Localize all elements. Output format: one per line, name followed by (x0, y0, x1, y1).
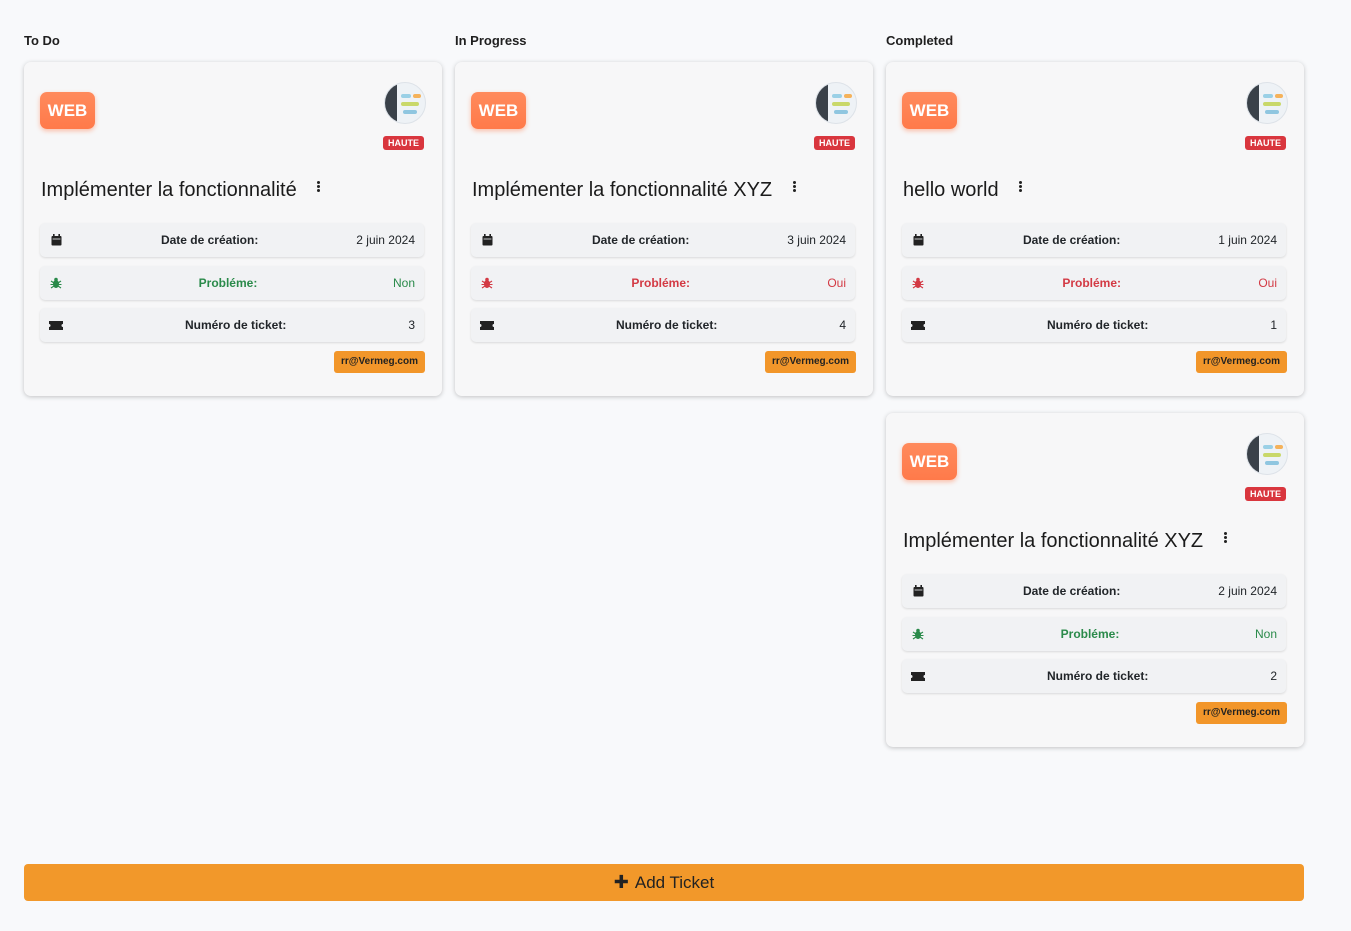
column-in-progress: In Progress WEB HAUTE Implémenter la fon… (455, 32, 873, 413)
date-label: Date de création: (591, 233, 690, 247)
ticket-icon (49, 320, 63, 330)
priority-badge: HAUTE (1245, 487, 1286, 501)
problem-row: Probléme: Oui (471, 266, 855, 300)
problem-label: Probléme: (631, 276, 690, 290)
column-completed: Completed WEB HAUTE hello world Date de … (886, 32, 1304, 764)
card-title: Implémenter la fonctionnalité XYZ (903, 530, 1204, 552)
card-title: hello world (903, 179, 999, 201)
date-value: 3 juin 2024 (787, 233, 846, 247)
avatar (384, 82, 426, 124)
add-ticket-button[interactable]: ✚ Add Ticket (24, 864, 1304, 901)
date-row: Date de création: 2 juin 2024 (40, 223, 424, 257)
card-title: Implémenter la fonctionnalité XYZ (472, 179, 773, 201)
assignee-email-badge: rr@Vermeg.com (1195, 351, 1287, 373)
category-badge: WEB (471, 92, 526, 129)
problem-label: Probléme: (1060, 627, 1120, 641)
date-label: Date de création: (160, 233, 259, 247)
card-title-wrapper: hello world (903, 179, 1026, 202)
kebab-menu-icon[interactable] (789, 180, 799, 196)
ticket-label: Numéro de ticket: (184, 318, 287, 332)
problem-label: Probléme: (1062, 276, 1121, 290)
ticket-row: Numéro de ticket: 3 (40, 308, 424, 342)
bug-icon (480, 277, 494, 289)
avatar (815, 82, 857, 124)
problem-row: Probléme: Non (902, 617, 1286, 651)
card-title-wrapper: Implémenter la fonctionnalité XYZ (472, 179, 799, 202)
priority-badge: HAUTE (814, 136, 855, 150)
card-title-wrapper: Implémenter la fonctionnalité XYZ (903, 530, 1230, 553)
ticket-value: 4 (839, 318, 846, 332)
assignee-email-badge: rr@Vermeg.com (333, 351, 425, 373)
kebab-menu-icon[interactable] (1220, 531, 1230, 547)
category-badge: WEB (40, 92, 95, 129)
kanban-board: To Do WEB HAUTE Implémenter la fonctionn… (0, 0, 1351, 931)
ticket-label: Numéro de ticket: (1046, 669, 1149, 683)
kebab-menu-icon[interactable] (1016, 180, 1026, 196)
column-title: To Do (24, 33, 60, 48)
calendar-icon (911, 585, 925, 597)
priority-badge: HAUTE (383, 136, 424, 150)
problem-row: Probléme: Oui (902, 266, 1286, 300)
assignee-email-badge: rr@Vermeg.com (764, 351, 856, 373)
problem-value: Oui (827, 276, 846, 290)
problem-label: Probléme: (198, 276, 258, 290)
ticket-value: 2 (1270, 669, 1277, 683)
ticket-label: Numéro de ticket: (615, 318, 718, 332)
card-title: Implémenter la fonctionnalité (41, 179, 297, 201)
bug-icon (911, 628, 925, 640)
date-label: Date de création: (1022, 584, 1121, 598)
category-badge: WEB (902, 443, 957, 480)
problem-value: Non (392, 276, 415, 290)
ticket-label: Numéro de ticket: (1046, 318, 1149, 332)
bug-icon (49, 277, 63, 289)
avatar (1246, 433, 1288, 475)
priority-badge: HAUTE (1245, 136, 1286, 150)
card-title-wrapper: Implémenter la fonctionnalité (41, 179, 324, 202)
ticket-card[interactable]: WEB HAUTE hello world Date de création: … (886, 62, 1304, 396)
column-title: In Progress (455, 33, 527, 48)
assignee-email-badge: rr@Vermeg.com (1195, 702, 1287, 724)
problem-value: Oui (1258, 276, 1277, 290)
plus-icon: ✚ (613, 872, 629, 892)
date-value: 2 juin 2024 (1218, 584, 1277, 598)
ticket-value: 3 (408, 318, 415, 332)
avatar (1246, 82, 1288, 124)
calendar-icon (480, 234, 494, 246)
ticket-icon (911, 671, 925, 681)
ticket-row: Numéro de ticket: 2 (902, 659, 1286, 693)
ticket-value: 1 (1270, 318, 1277, 332)
calendar-icon (911, 234, 925, 246)
column-to-do: To Do WEB HAUTE Implémenter la fonctionn… (24, 32, 442, 413)
ticket-row: Numéro de ticket: 1 (902, 308, 1286, 342)
date-row: Date de création: 2 juin 2024 (902, 574, 1286, 608)
problem-value: Non (1254, 627, 1277, 641)
ticket-card[interactable]: WEB HAUTE Implémenter la fonctionnalité … (455, 62, 873, 396)
ticket-icon (911, 320, 925, 330)
category-badge: WEB (902, 92, 957, 129)
ticket-row: Numéro de ticket: 4 (471, 308, 855, 342)
ticket-icon (480, 320, 494, 330)
bug-icon (911, 277, 925, 289)
date-label: Date de création: (1022, 233, 1121, 247)
date-row: Date de création: 3 juin 2024 (471, 223, 855, 257)
date-row: Date de création: 1 juin 2024 (902, 223, 1286, 257)
date-value: 2 juin 2024 (356, 233, 415, 247)
add-ticket-label: Add Ticket (634, 872, 715, 892)
kebab-menu-icon[interactable] (314, 180, 324, 196)
date-value: 1 juin 2024 (1218, 233, 1277, 247)
column-title: Completed (886, 33, 954, 48)
ticket-card[interactable]: WEB HAUTE Implémenter la fonctionnalité … (886, 413, 1304, 747)
problem-row: Probléme: Non (40, 266, 424, 300)
ticket-card[interactable]: WEB HAUTE Implémenter la fonctionnalité … (24, 62, 442, 396)
calendar-icon (49, 234, 63, 246)
